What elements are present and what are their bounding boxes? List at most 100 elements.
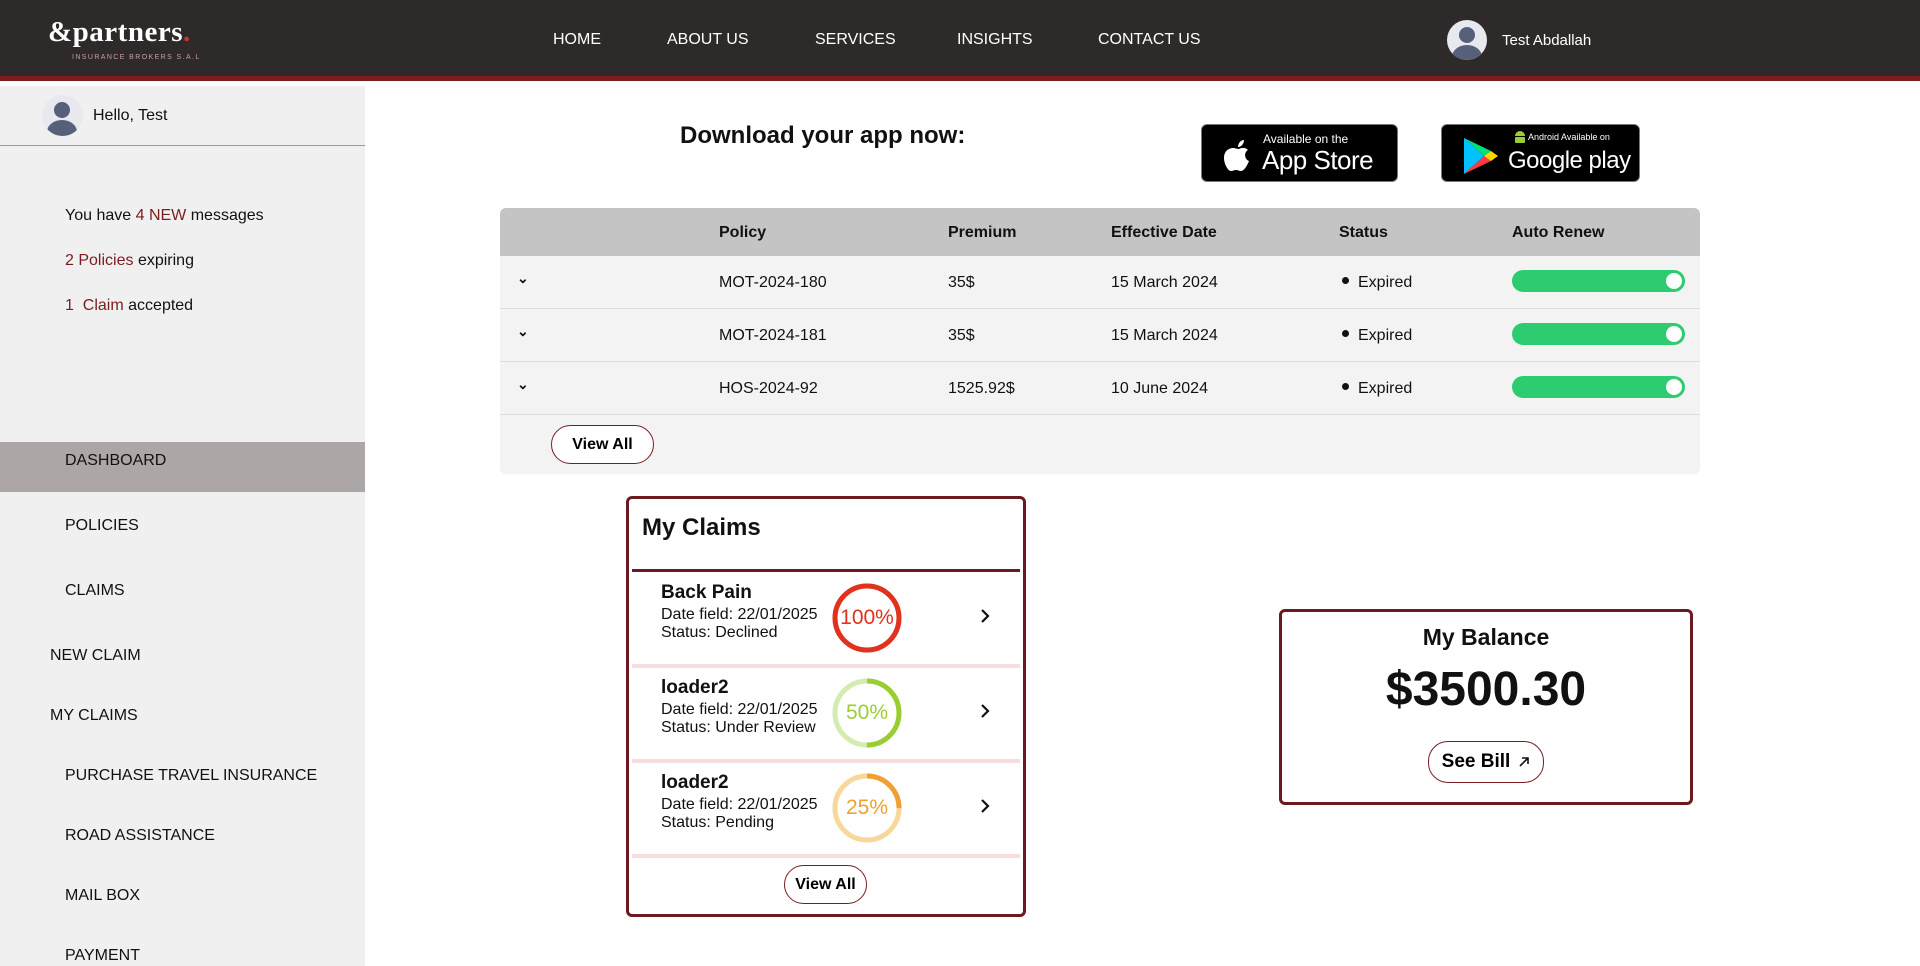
balance-title: My Balance [1422, 624, 1550, 650]
table-row: ⌄ MOT-2024-181 35$ 15 March 2024 Expired [500, 309, 1700, 362]
claim-item[interactable]: loader2 Date field: 22/01/2025 Status: P… [632, 763, 1020, 857]
user-menu[interactable]: Test Abdallah [1447, 20, 1591, 60]
notif-text: You have [65, 207, 132, 224]
column-header: Status [1339, 224, 1388, 241]
claims-notification[interactable]: 1 Claim accepted [65, 297, 193, 315]
google-play-icon [1464, 138, 1498, 174]
chevron-right-icon[interactable] [979, 797, 991, 815]
logo-tagline: INSURANCE BROKERS S.A.L [72, 54, 201, 61]
claim-status: Status: Under Review [661, 719, 816, 736]
claim-date: Date field: 22/01/2025 [661, 606, 818, 623]
chevron-right-icon[interactable] [979, 607, 991, 625]
column-header: Auto Renew [1512, 224, 1605, 241]
claim-item[interactable]: loader2 Date field: 22/01/2025 Status: U… [632, 668, 1020, 762]
greeting-text: Hello, Test [93, 106, 168, 124]
app-store-big-text: App Store [1262, 145, 1374, 175]
app-store-small-text: Available on the [1263, 132, 1349, 146]
status-dot-icon [1342, 330, 1349, 337]
menu-payment[interactable]: PAYMENT [65, 947, 140, 965]
claim-progress-ring: 100% [832, 583, 902, 653]
column-header: Effective Date [1111, 224, 1217, 241]
divider [632, 854, 1020, 858]
google-play-badge[interactable]: Android Available on Google play [1441, 124, 1640, 182]
apple-icon [1224, 140, 1249, 171]
menu-my-claims[interactable]: MY CLAIMS [50, 707, 138, 725]
notif-text: messages [190, 207, 264, 224]
claim-item[interactable]: Back Pain Date field: 22/01/2025 Status:… [632, 573, 1020, 667]
nav-services[interactable]: SERVICES [815, 31, 896, 49]
status: Expired [1358, 327, 1413, 344]
google-play-small-text: Android Available on [1528, 132, 1610, 142]
see-bill-button[interactable]: See Bill [1428, 741, 1544, 783]
messages-notification[interactable]: You have 4 NEW messages [65, 207, 264, 225]
policy-number: HOS-2024-92 [719, 380, 818, 397]
status: Expired [1358, 380, 1413, 397]
claims-title: My Claims [642, 514, 761, 541]
menu-purchase-travel-insurance[interactable]: PURCHASE TRAVEL INSURANCE [65, 767, 317, 785]
user-name: Test Abdallah [1502, 31, 1592, 49]
expand-chevron-icon[interactable]: ⌄ [517, 376, 529, 393]
user-avatar-icon [1447, 20, 1487, 60]
menu-road-assistance[interactable]: ROAD ASSISTANCE [65, 827, 215, 845]
auto-renew-toggle[interactable] [1512, 323, 1685, 345]
claim-status: Status: Declined [661, 624, 778, 641]
menu-claims[interactable]: CLAIMS [65, 582, 125, 600]
policies-view-all-button[interactable]: View All [551, 425, 654, 464]
messages-count: 4 NEW [135, 207, 187, 224]
policies-count: 2 Policies [65, 252, 134, 269]
auto-renew-toggle[interactable] [1512, 376, 1685, 398]
google-play-big-text: Google play [1508, 147, 1631, 174]
claim-progress-ring: 25% [832, 773, 902, 843]
claim-status: Status: Pending [661, 814, 774, 831]
download-app-title: Download your app now: [680, 122, 966, 149]
nav-about-us[interactable]: ABOUT US [667, 31, 749, 49]
effective-date: 15 March 2024 [1111, 327, 1218, 344]
expand-chevron-icon[interactable]: ⌄ [517, 270, 529, 287]
table-row: ⌄ MOT-2024-180 35$ 15 March 2024 Expired [500, 256, 1700, 309]
claims-view-all-button[interactable]: View All [784, 865, 867, 904]
column-header: Policy [719, 224, 767, 241]
claim-progress-label: 25% [845, 796, 889, 819]
expand-chevron-icon[interactable]: ⌄ [517, 323, 529, 340]
menu-new-claim[interactable]: NEW CLAIM [50, 647, 141, 665]
android-icon [1515, 131, 1525, 143]
see-bill-label: See Bill [1441, 751, 1511, 772]
premium: 35$ [948, 274, 975, 291]
my-claims-card: My Claims Back Pain Date field: 22/01/20… [626, 496, 1026, 917]
nav-contact-us[interactable]: CONTACT US [1098, 31, 1201, 49]
claim-date: Date field: 22/01/2025 [661, 701, 818, 718]
table-row: ⌄ HOS-2024-92 1525.92$ 10 June 2024 Expi… [500, 362, 1700, 415]
column-header: Premium [948, 224, 1017, 241]
nav-insights[interactable]: INSIGHTS [957, 31, 1033, 49]
policies-notification[interactable]: 2 Policies expiring [65, 252, 194, 270]
my-balance-card: My Balance $3500.30 See Bill [1279, 609, 1693, 805]
claims-count: 1 Claim [65, 297, 124, 314]
effective-date: 15 March 2024 [1111, 274, 1218, 291]
top-nav-bar: &partners. INSURANCE BROKERS S.A.L HOME … [0, 0, 1920, 81]
menu-dashboard[interactable]: DASHBOARD [65, 452, 166, 470]
active-menu-highlight [0, 442, 365, 492]
claim-date: Date field: 22/01/2025 [661, 796, 818, 813]
notif-text: expiring [137, 252, 194, 269]
chevron-right-icon[interactable] [979, 702, 991, 720]
greeting-avatar-icon [42, 95, 83, 136]
claim-name: Back Pain [661, 582, 752, 603]
notif-text: accepted [128, 297, 194, 314]
app-store-badge[interactable]: Available on the App Store [1201, 124, 1398, 182]
premium: 35$ [948, 327, 975, 344]
status-dot-icon [1342, 277, 1349, 284]
table-header: Policy Premium Effective Date Status Aut… [500, 208, 1700, 256]
claim-progress-label: 50% [845, 701, 889, 724]
menu-mail-box[interactable]: MAIL BOX [65, 887, 140, 905]
logo-word: partners [72, 16, 183, 48]
policies-table: Policy Premium Effective Date Status Aut… [500, 208, 1700, 474]
claim-progress-label: 100% [840, 606, 894, 629]
nav-home[interactable]: HOME [553, 31, 601, 49]
divider [632, 569, 1020, 572]
menu-policies[interactable]: POLICIES [65, 517, 139, 535]
brand-logo[interactable]: &partners. INSURANCE BROKERS S.A.L [48, 16, 199, 61]
auto-renew-toggle[interactable] [1512, 270, 1685, 292]
policy-number: MOT-2024-181 [719, 327, 827, 344]
balance-amount: $3500.30 [1385, 663, 1587, 716]
claim-name: loader2 [661, 772, 729, 793]
